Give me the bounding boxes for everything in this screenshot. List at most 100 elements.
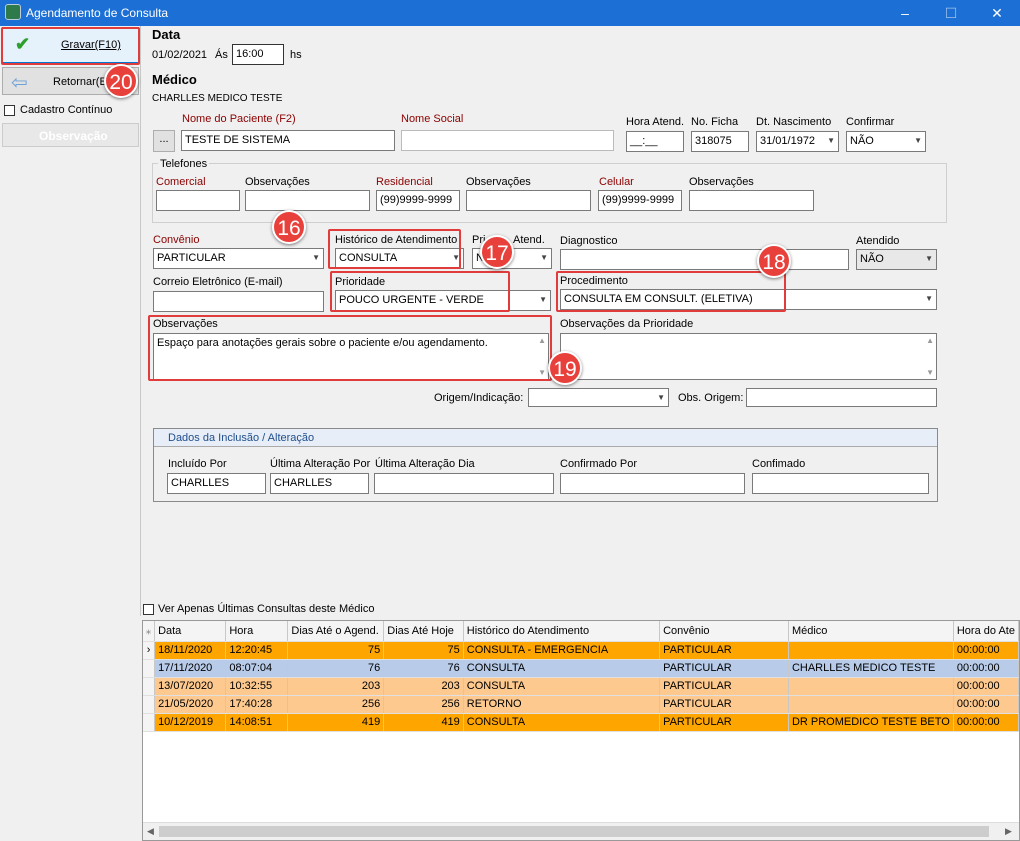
cell: RETORNO — [463, 695, 661, 714]
table-row[interactable]: 13/07/2020 10:32:55 203 203 CONSULTA PARTICUL… — [143, 677, 1019, 696]
cell — [788, 641, 954, 660]
hs-label: hs — [290, 49, 302, 61]
convenio-value: PARTICULAR — [157, 252, 226, 264]
cell: 17:40:28 — [225, 695, 289, 714]
col-data[interactable]: Data — [154, 621, 227, 642]
table-row[interactable]: 17/11/2020 08:07:04 76 76 CONSULTA PARTICULAR… — [143, 659, 1019, 678]
table-row[interactable]: › 18/11/2020 12:20:45 75 75 CONSULTA - EMERG… — [143, 641, 1019, 660]
col-dias-agend[interactable]: Dias Até o Agend. — [287, 621, 385, 642]
col-convenio[interactable]: Convênio — [659, 621, 789, 642]
window-title: Agendamento de Consulta — [26, 6, 169, 20]
comercial-input[interactable] — [156, 190, 240, 211]
obs-origem-label: Obs. Origem: — [678, 392, 744, 404]
obs-comercial-input[interactable] — [245, 190, 370, 211]
cell: PARTICULAR — [659, 677, 789, 696]
atendido-select[interactable]: NÃO ▼ — [856, 249, 937, 270]
grid-corner-icon: ⁎ — [143, 621, 156, 642]
obs-comercial-label: Observações — [245, 176, 310, 188]
confirmado-por-input[interactable] — [560, 473, 745, 494]
scroll-up-icon[interactable]: ▲ — [926, 336, 934, 345]
atendido-value: NÃO — [860, 253, 884, 265]
row-indicator — [143, 677, 156, 696]
cell: 08:07:04 — [225, 659, 289, 678]
cell: 21/05/2020 — [154, 695, 227, 714]
observacao-button[interactable]: Observação — [2, 123, 139, 147]
arrow-left-icon: ⇦ — [11, 72, 28, 94]
cell: 419 — [383, 713, 464, 732]
chevron-down-icon: ▼ — [827, 136, 835, 145]
cell: 00:00:00 — [953, 641, 1019, 660]
cell: 13/07/2020 — [154, 677, 227, 696]
chevron-down-icon: ▼ — [540, 253, 548, 262]
confirmar-value: NÃO — [850, 135, 874, 147]
origem-select[interactable]: ▼ — [528, 388, 669, 407]
consultas-grid[interactable]: ⁎ Data Hora Dias Até o Agend. Dias Até H… — [142, 620, 1020, 841]
confirmado-input[interactable] — [752, 473, 929, 494]
ult-dia-input[interactable] — [374, 473, 554, 494]
col-hora[interactable]: Hora — [225, 621, 289, 642]
obs-celular-input[interactable] — [689, 190, 814, 211]
badge-20: 20 — [104, 64, 138, 98]
nascimento-input[interactable]: 31/01/1972 ▼ — [756, 131, 839, 152]
row-indicator-icon: › — [143, 641, 156, 660]
obs-origem-input[interactable] — [746, 388, 937, 407]
badge-18: 18 — [757, 244, 791, 278]
search-paciente-button[interactable]: ... — [153, 130, 175, 152]
cell: CONSULTA - EMERGENCIA — [463, 641, 661, 660]
cell: 75 — [383, 641, 464, 660]
cell: 10/12/2019 — [154, 713, 227, 732]
badge-17: 17 — [480, 235, 514, 269]
obs-residencial-input[interactable] — [466, 190, 591, 211]
diagnostico-input[interactable] — [560, 249, 849, 270]
time-input[interactable]: 16:00 — [232, 44, 284, 65]
confirmado-label: Confimado — [752, 458, 806, 470]
horizontal-scrollbar[interactable]: ◀ ▶ — [143, 822, 1019, 840]
chevron-down-icon: ▼ — [312, 253, 320, 262]
col-historico[interactable]: Histórico do Atendimento — [463, 621, 661, 642]
scroll-right-icon[interactable]: ▶ — [1005, 826, 1012, 837]
diagnostico-label: Diagnostico — [560, 235, 618, 247]
minimize-button[interactable]: – — [882, 0, 928, 26]
cell: 76 — [287, 659, 385, 678]
nascimento-value: 31/01/1972 — [760, 135, 816, 147]
origem-label: Origem/Indicação: — [434, 392, 524, 404]
as-label: Ás — [215, 49, 228, 61]
convenio-label: Convênio — [153, 234, 200, 246]
col-medico[interactable]: Médico — [788, 621, 954, 642]
ficha-label: No. Ficha — [691, 116, 739, 128]
table-row[interactable]: 10/12/2019 14:08:51 419 419 CONSULTA PARTICUL… — [143, 713, 1019, 732]
cell: 00:00:00 — [953, 695, 1019, 714]
scroll-left-icon[interactable]: ◀ — [147, 826, 154, 837]
cell: 419 — [287, 713, 385, 732]
close-button[interactable]: ✕ — [974, 0, 1020, 26]
ult-alteracao-input[interactable]: CHARLLES — [270, 473, 369, 494]
cadastro-continuo-label: Cadastro Contínuo — [20, 104, 113, 116]
obs-prioridade-textarea[interactable]: ▲ ▼ — [560, 333, 937, 380]
hora-atend-input[interactable]: __:__ — [626, 131, 684, 152]
confirmar-select[interactable]: NÃO ▼ — [846, 131, 926, 152]
chevron-down-icon: ▼ — [925, 294, 933, 303]
scroll-down-icon[interactable]: ▼ — [926, 368, 934, 377]
ficha-input[interactable]: 318075 — [691, 131, 749, 152]
cell — [788, 677, 954, 696]
maximize-button[interactable]: ☐ — [928, 0, 974, 26]
col-dias-hoje[interactable]: Dias Até Hoje — [383, 621, 464, 642]
col-hora-atend[interactable]: Hora do Ate — [953, 621, 1019, 642]
cadastro-continuo-checkbox[interactable] — [4, 105, 15, 116]
residencial-input[interactable]: (99)9999-9999 — [376, 190, 460, 211]
ver-apenas-checkbox[interactable] — [143, 604, 154, 615]
incluido-input[interactable]: CHARLLES — [167, 473, 266, 494]
nome-paciente-input[interactable]: TESTE DE SISTEMA — [181, 130, 395, 151]
email-input[interactable] — [153, 291, 324, 312]
row-indicator — [143, 695, 156, 714]
scroll-thumb[interactable] — [159, 826, 989, 837]
celular-input[interactable]: (99)9999-9999 — [598, 190, 682, 211]
confirmar-label: Confirmar — [846, 116, 895, 128]
cell: CHARLLES MEDICO TESTE — [788, 659, 954, 678]
chevron-down-icon: ▼ — [914, 136, 922, 145]
cell: PARTICULAR — [659, 713, 789, 732]
badge-16: 16 — [272, 210, 306, 244]
table-row[interactable]: 21/05/2020 17:40:28 256 256 RETORNO PARTICULA… — [143, 695, 1019, 714]
convenio-select[interactable]: PARTICULAR ▼ — [153, 248, 324, 269]
nome-social-input[interactable] — [401, 130, 614, 151]
